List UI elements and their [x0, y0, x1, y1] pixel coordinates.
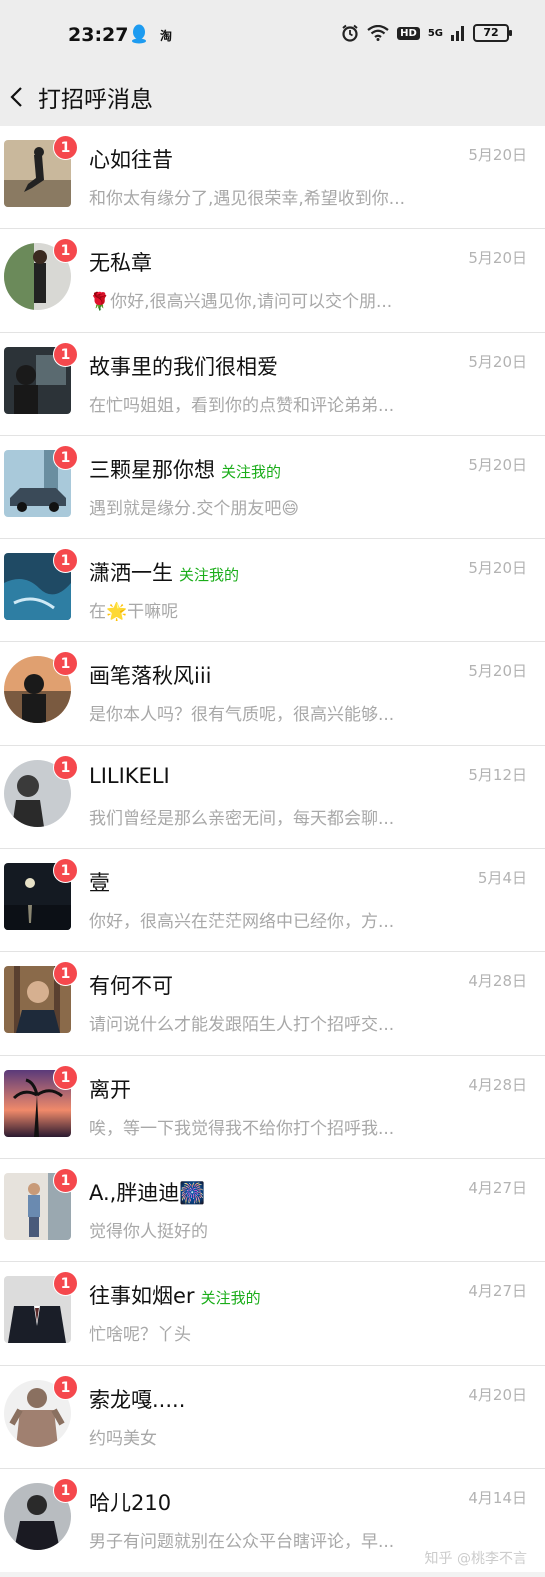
- list-item[interactable]: 1 A.,胖迪迪🎆 4月27日 觉得你人挺好的: [0, 1158, 545, 1263]
- contact-name: 往事如烟er 关注我的: [89, 1284, 261, 1309]
- message-date: 5月20日: [468, 455, 527, 474]
- greeting-list: 1 心如往昔 5月20日 和你太有缘分了,遇见很荣幸,希望收到你... 1 无私…: [0, 126, 545, 1573]
- follow-tag: 关注我的: [200, 1289, 261, 1308]
- contact-name: A.,胖迪迪🎆: [89, 1180, 206, 1205]
- list-item[interactable]: 1 壹 5月4日 你好，很高兴在茫茫网络中已经你，方...: [0, 849, 545, 953]
- list-item[interactable]: 1 有何不可 4月28日 请问说什么才能发跟陌生人打个招呼交...: [0, 952, 545, 1056]
- unread-badge: 1: [53, 858, 78, 884]
- contact-name: 壹: [89, 871, 110, 896]
- unread-badge: 1: [53, 238, 78, 264]
- message-date: 4月27日: [468, 1178, 527, 1197]
- list-item[interactable]: 1 故事里的我们很相爱 5月20日 在忙吗姐姐，看到你的点赞和评论弟弟...: [0, 332, 545, 436]
- unread-badge: 1: [53, 1167, 78, 1193]
- message-preview: 是你本人吗？很有气质呢，很高兴能够...: [89, 705, 395, 726]
- unread-badge: 1: [53, 754, 78, 780]
- contact-name: 离开: [89, 1077, 131, 1102]
- list-item[interactable]: 1 LILIKELI 5月12日 我们曾经是那么亲密无间，每天都会聊...: [0, 745, 545, 850]
- list-item[interactable]: 1 往事如烟er 关注我的 4月27日 忙啥呢？丫头: [0, 1262, 545, 1366]
- message-date: 4月27日: [468, 1282, 527, 1301]
- unread-badge: 1: [53, 341, 78, 367]
- list-item[interactable]: 1 离开 4月28日 唉，等一下我觉得我不给你打个招呼我...: [0, 1055, 545, 1159]
- signal-icon: [451, 26, 464, 41]
- alarm-icon: [342, 24, 358, 42]
- message-date: 5月20日: [468, 559, 527, 578]
- unread-badge: 1: [53, 1374, 78, 1400]
- unread-badge: 1: [53, 1064, 78, 1090]
- message-date: 4月14日: [468, 1488, 527, 1507]
- message-preview: 遇到就是缘分.交个朋友吧😄: [89, 498, 300, 519]
- message-date: 5月20日: [468, 662, 527, 681]
- message-preview: 🌹你好,很高兴遇见你,请问可以交个朋...: [89, 292, 393, 313]
- follow-tag: 关注我的: [221, 462, 282, 481]
- message-date: 4月28日: [468, 1075, 527, 1094]
- message-preview: 约吗美女: [89, 1428, 157, 1449]
- message-date: 5月20日: [468, 249, 527, 268]
- battery-icon: 72: [473, 24, 512, 42]
- list-item[interactable]: 1 无私章 5月20日 🌹你好,很高兴遇见你,请问可以交个朋...: [0, 229, 545, 333]
- message-date: 4月20日: [468, 1385, 527, 1404]
- wifi-icon: [367, 25, 389, 41]
- contact-name: 有何不可: [89, 974, 173, 999]
- unread-badge: 1: [53, 961, 78, 987]
- status-indicators: HD 5G 72: [341, 24, 512, 42]
- list-item[interactable]: 1 画笔落秋风iii 5月20日 是你本人吗？很有气质呢，很高兴能够...: [0, 642, 545, 746]
- follow-tag: 关注我的: [179, 566, 240, 585]
- list-item[interactable]: 1 三颗星那你想 关注我的 5月20日 遇到就是缘分.交个朋友吧😄: [0, 435, 545, 540]
- message-preview: 觉得你人挺好的: [89, 1221, 208, 1242]
- contact-name: LILIKELI: [89, 763, 170, 788]
- contact-name: 索龙嘎.....: [89, 1387, 186, 1412]
- list-item[interactable]: 1 心如往昔 5月20日 和你太有缘分了,遇见很荣幸,希望收到你...: [0, 126, 545, 230]
- message-date: 5月20日: [468, 352, 527, 371]
- message-preview: 在🌟干嘛呢: [89, 602, 179, 623]
- message-preview: 我们曾经是那么亲密无间，每天都会聊...: [89, 808, 395, 829]
- unread-badge: 1: [53, 1477, 78, 1503]
- message-preview: 请问说什么才能发跟陌生人打个招呼交...: [89, 1015, 395, 1036]
- back-icon[interactable]: [6, 82, 30, 112]
- contact-name: 无私章: [89, 251, 152, 276]
- unread-badge: 1: [53, 548, 78, 574]
- contact-name: 三颗星那你想 关注我的: [89, 457, 282, 482]
- page-title: 打招呼消息: [38, 87, 153, 113]
- contact-name: 画笔落秋风iii: [89, 664, 212, 689]
- message-date: 5月4日: [477, 869, 527, 888]
- list-item[interactable]: 1 索龙嘎..... 4月20日 约吗美女: [0, 1365, 545, 1469]
- signal-label: 5G: [427, 27, 443, 39]
- message-preview: 在忙吗姐姐，看到你的点赞和评论弟弟...: [89, 395, 395, 416]
- list-item[interactable]: 1 潇洒一生 关注我的 5月20日 在🌟干嘛呢: [0, 539, 545, 643]
- message-date: 4月28日: [468, 972, 527, 991]
- contact-name: 故事里的我们很相爱: [89, 354, 278, 379]
- message-preview: 忙啥呢？丫头: [89, 1325, 191, 1346]
- hd-icon: HD: [397, 26, 420, 40]
- message-preview: 和你太有缘分了,遇见很荣幸,希望收到你...: [89, 189, 406, 209]
- qq-icon: [132, 24, 146, 44]
- contact-name: 潇洒一生 关注我的: [89, 561, 240, 586]
- watermark: 知乎 @桃李不言: [424, 1551, 527, 1567]
- message-preview: 唉，等一下我觉得我不给你打个招呼我...: [89, 1118, 395, 1139]
- message-preview: 你好，很高兴在茫茫网络中已经你，方...: [89, 912, 395, 933]
- status-bar: 23:27 淘 HD 5G 72: [0, 0, 545, 70]
- taobao-icon: 淘: [160, 29, 173, 43]
- nav-bar: 打招呼消息: [0, 70, 545, 126]
- contact-name: 心如往昔: [89, 148, 173, 172]
- message-preview: 男子有问题就别在公众平台瞎评论，早...: [89, 1531, 395, 1552]
- message-date: 5月20日: [468, 146, 527, 164]
- unread-badge: 1: [53, 651, 78, 677]
- unread-badge: 1: [53, 444, 78, 470]
- unread-badge: 1: [53, 1271, 78, 1297]
- contact-name: 哈儿210: [89, 1490, 172, 1515]
- unread-badge: 1: [53, 135, 78, 160]
- status-time: 23:27: [68, 24, 129, 46]
- message-date: 5月12日: [468, 765, 527, 784]
